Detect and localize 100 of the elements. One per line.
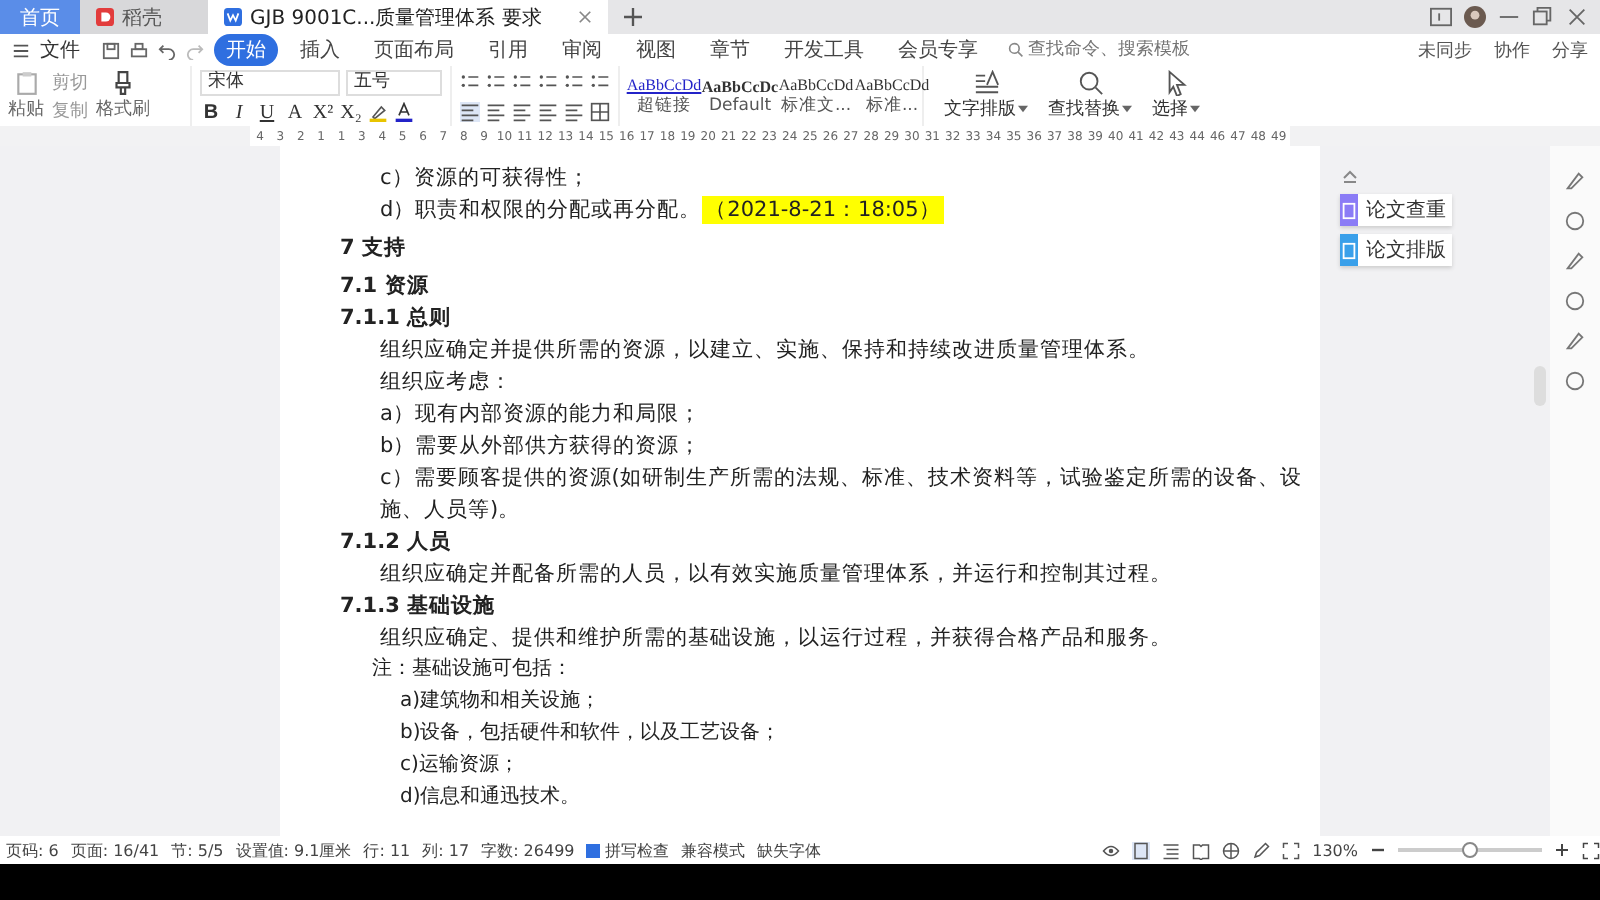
clipboard-icon (13, 70, 39, 96)
font-dropdown[interactable]: 宋体 (200, 69, 340, 95)
document-icon (224, 8, 242, 26)
slider-thumb[interactable] (1462, 842, 1478, 858)
list-icon[interactable] (512, 71, 532, 91)
highlighter-icon[interactable] (368, 102, 388, 122)
collapse-icon[interactable] (1340, 166, 1360, 186)
align-icon[interactable] (564, 101, 584, 121)
avatar-icon[interactable] (1464, 6, 1486, 28)
caret-icon[interactable] (1122, 104, 1132, 114)
side-tool-icon[interactable] (1564, 250, 1586, 272)
ribbon-tab[interactable]: 引用 (476, 34, 540, 66)
style-preset[interactable]: AaBbCcDd 标准... (856, 75, 928, 117)
status-field: 行: 11 (363, 839, 411, 861)
ribbon-tab[interactable]: 页面布局 (362, 34, 466, 66)
side-panel-button[interactable]: 论文查重 (1340, 194, 1452, 226)
caret-icon[interactable] (1018, 104, 1028, 114)
align-icon[interactable] (460, 101, 480, 121)
document-text: c）需要顾客提供的资源(如研制生产所需的法规、标准、技术资料等，试验鉴定所需的设备、设施、人员等)。 (378, 464, 1304, 526)
format-button[interactable]: X₂ (340, 101, 362, 123)
document-text: a)建筑物和相关设施； (398, 687, 603, 716)
close-icon[interactable] (1566, 6, 1588, 28)
align-icon[interactable] (512, 101, 532, 121)
side-tool-icon[interactable] (1564, 210, 1586, 232)
format-painter-button[interactable]: 格式刷 (96, 70, 150, 122)
ribbon-tool-button[interactable]: 查找替换 (1048, 70, 1132, 122)
book-view-icon[interactable] (1192, 841, 1211, 859)
ribbon-tab[interactable]: 章节 (698, 34, 762, 66)
ribbon-tab[interactable]: 开发工具 (772, 34, 876, 66)
app-logo-icon (96, 8, 114, 26)
fullscreen-icon[interactable] (1582, 841, 1600, 859)
document-text: a）现有内部资源的能力和局限； (378, 400, 703, 430)
fit-icon[interactable] (1282, 841, 1301, 859)
ribbon-tab[interactable]: 视图 (624, 34, 688, 66)
zoom-level[interactable]: 130% (1312, 841, 1358, 859)
style-preset[interactable]: AaBbCcDd 超链接 (628, 75, 700, 117)
close-icon[interactable] (578, 10, 592, 24)
caret-icon[interactable] (1190, 104, 1200, 114)
format-button[interactable]: U (256, 101, 278, 123)
print-icon[interactable] (130, 41, 148, 59)
undo-icon[interactable] (158, 41, 176, 59)
side-tool-icon[interactable] (1564, 330, 1586, 352)
page-view-icon[interactable] (1132, 841, 1151, 859)
format-button[interactable]: X² (312, 101, 334, 123)
document-text: b）需要从外部供方获得的资源； (378, 432, 704, 462)
document-text: d）职责和权限的分配或再分配。 （2021-8-21：18:05） (378, 194, 947, 226)
list-icon[interactable] (486, 71, 506, 91)
pen-icon[interactable] (1252, 841, 1271, 859)
ribbon-tab[interactable]: 会员专享 (886, 34, 990, 66)
status-field: 字数: 26499 (481, 839, 575, 861)
list-icon[interactable] (460, 71, 480, 91)
font-color-icon[interactable] (394, 102, 414, 122)
list-icon[interactable] (564, 71, 584, 91)
document-badge-icon (1340, 194, 1358, 226)
toolbar-action[interactable]: 未同步 (1418, 37, 1472, 63)
style-preset[interactable]: AaBbCcDc Default (704, 77, 776, 115)
format-button[interactable]: A (284, 101, 306, 123)
align-icon[interactable] (486, 101, 506, 121)
ribbon-tab[interactable]: 开始 (214, 34, 278, 66)
font-size-dropdown[interactable]: 五号 (346, 69, 442, 95)
search-icon (1008, 42, 1024, 58)
file-menu[interactable]: 文件 (40, 36, 80, 64)
side-panel-button[interactable]: 论文排版 (1340, 234, 1452, 266)
side-tool-icon[interactable] (1564, 370, 1586, 392)
save-icon[interactable] (102, 41, 120, 59)
web-view-icon[interactable] (1222, 841, 1241, 859)
missing-font-button[interactable]: 缺失字体 (756, 839, 821, 861)
format-button[interactable]: I (228, 101, 250, 123)
style-preset[interactable]: AaBbCcDd 标准文... (780, 75, 852, 117)
list-icon[interactable] (538, 71, 558, 91)
zoom-in-button[interactable] (1554, 842, 1570, 858)
ribbon-tab[interactable]: 插入 (288, 34, 352, 66)
highlighted-text: （2021-8-21：18:05） (701, 196, 945, 224)
document-badge-icon (1340, 234, 1358, 266)
brush-icon (110, 70, 136, 96)
checkbox[interactable] (586, 843, 601, 857)
ribbon-tool-button[interactable]: 选择 (1152, 70, 1200, 122)
document-text: d)信息和通迅技术。 (398, 783, 583, 812)
align-icon[interactable] (538, 101, 558, 121)
outline-view-icon[interactable] (1162, 841, 1181, 859)
eye-icon[interactable] (1102, 841, 1121, 859)
menu-icon[interactable] (12, 41, 30, 59)
borders-icon[interactable] (590, 101, 610, 121)
toolbar-action[interactable]: 分享 (1552, 37, 1588, 63)
paste-button[interactable]: 粘贴 (8, 70, 44, 122)
spell-check-toggle[interactable]: 拼写检查 (586, 839, 669, 861)
status-field: 节: 5/5 (171, 839, 224, 861)
format-button[interactable]: B (200, 101, 222, 123)
document-text: b)设备，包括硬件和软件，以及工艺设备； (398, 719, 783, 748)
new-tab-icon[interactable] (624, 8, 642, 26)
document-tab[interactable]: GJB 9001C...质量管理体系 要求 (208, 0, 608, 34)
ribbon-tool-button[interactable]: 文字排版 (944, 70, 1028, 122)
document-tab[interactable]: 稻壳 (80, 0, 208, 34)
window-layout-icon[interactable] (1430, 6, 1452, 28)
side-tool-icon[interactable] (1564, 290, 1586, 312)
restore-icon[interactable] (1532, 6, 1554, 28)
list-icon[interactable] (590, 71, 610, 91)
side-tool-icon[interactable] (1564, 170, 1586, 192)
ribbon-tab[interactable]: 审阅 (550, 34, 614, 66)
toolbar-action[interactable]: 协作 (1494, 37, 1530, 63)
